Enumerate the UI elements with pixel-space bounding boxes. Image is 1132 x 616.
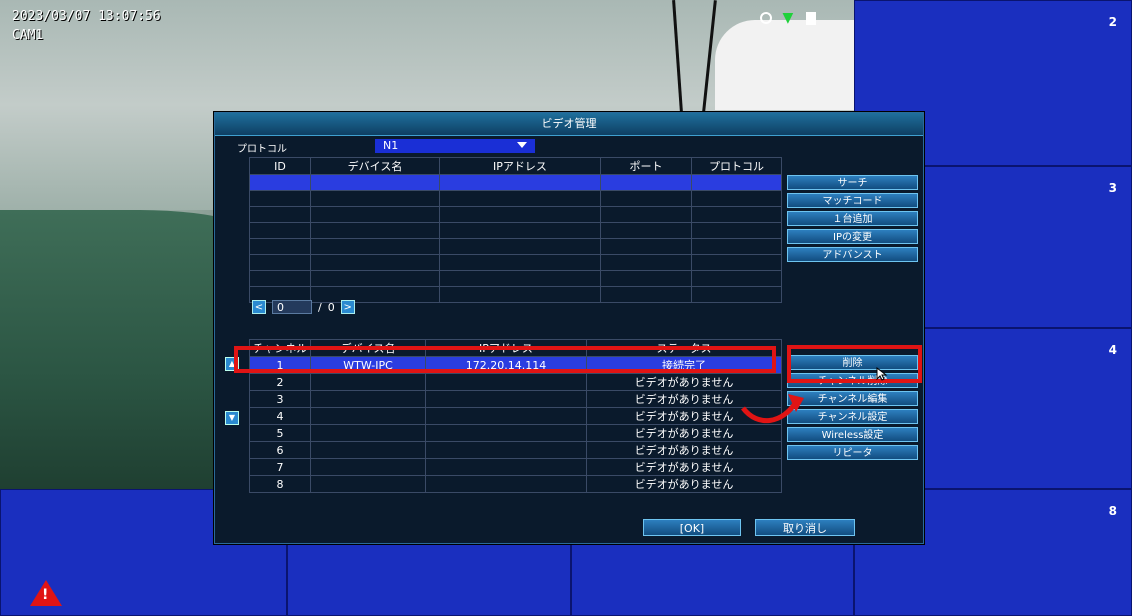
table-row[interactable] xyxy=(249,174,782,191)
protocol-value: N1 xyxy=(383,139,399,152)
dialog-title: ビデオ管理 xyxy=(215,113,923,136)
table-row[interactable]: 4 ビデオがありません xyxy=(249,407,782,425)
column-header: IPアドレス xyxy=(439,157,601,175)
protocol-select[interactable]: N1 xyxy=(375,139,535,153)
ip-address xyxy=(425,373,587,391)
channel-status: ビデオがありません xyxy=(586,441,782,459)
annotation-arrow-icon xyxy=(741,394,804,424)
channel-status: ビデオがありません xyxy=(586,458,782,476)
arrow-down-icon[interactable]: ▼ xyxy=(225,411,239,425)
table-row[interactable] xyxy=(249,238,782,255)
ip-address xyxy=(425,441,587,459)
channel-number: 3 xyxy=(249,390,311,408)
column-header: ID xyxy=(249,157,311,175)
column-header: デバイス名 xyxy=(310,157,440,175)
device-name xyxy=(310,475,426,493)
table-row[interactable] xyxy=(249,254,782,271)
ip-address xyxy=(425,458,587,476)
table-row[interactable]: 6 ビデオがありません xyxy=(249,441,782,459)
pager: < 0 / 0 > xyxy=(252,300,355,314)
device-name xyxy=(310,424,426,442)
device-name xyxy=(310,373,426,391)
ok-button[interactable]: [OK] xyxy=(643,519,741,536)
page-separator: / xyxy=(318,300,322,314)
osd-camera-label: CAM1 xyxy=(12,28,44,43)
search-actions: サーチ マッチコード １台追加 IPの変更 アドバンスト xyxy=(787,175,918,262)
channel-number: 6 xyxy=(249,441,311,459)
device-name xyxy=(310,458,426,476)
cursor-icon xyxy=(876,367,888,381)
channel-number: 7 xyxy=(249,458,311,476)
ip-address xyxy=(425,424,587,442)
change-ip-button[interactable]: IPの変更 xyxy=(787,229,918,244)
device-name xyxy=(310,390,426,408)
clock-icon xyxy=(760,12,772,24)
cell-number: 4 xyxy=(1108,343,1117,357)
wireless-settings-button[interactable]: Wireless設定 xyxy=(787,427,918,442)
channel-number: 4 xyxy=(249,407,311,425)
table-row[interactable]: 2 ビデオがありません xyxy=(249,373,782,391)
table-row[interactable] xyxy=(249,270,782,287)
ip-address xyxy=(425,390,587,408)
advanced-button[interactable]: アドバンスト xyxy=(787,247,918,262)
osd-datetime: 2023/03/07 13:07:56 xyxy=(12,9,161,24)
record-icon xyxy=(805,11,816,25)
protocol-label: プロトコル xyxy=(237,144,287,155)
table-row[interactable]: 8 ビデオがありません xyxy=(249,475,782,493)
device-name xyxy=(310,441,426,459)
prev-page-button[interactable]: < xyxy=(252,300,266,314)
warning-icon[interactable]: ! xyxy=(30,580,62,606)
channel-number: 8 xyxy=(249,475,311,493)
search-button[interactable]: サーチ xyxy=(787,175,918,190)
column-header: プロトコル xyxy=(691,157,782,175)
channel-number: 5 xyxy=(249,424,311,442)
add-one-button[interactable]: １台追加 xyxy=(787,211,918,226)
match-code-button[interactable]: マッチコード xyxy=(787,193,918,208)
channel-number: 2 xyxy=(249,373,311,391)
table-row[interactable]: 5 ビデオがありません xyxy=(249,424,782,442)
page-current: 0 xyxy=(272,300,312,314)
table-row[interactable]: 3 ビデオがありません xyxy=(249,390,782,408)
video-management-dialog: ビデオ管理 プロトコル N1 ID デバイス名 IPアドレス ポート プロトコル… xyxy=(214,112,924,544)
camera-image-box xyxy=(715,20,854,110)
status-icons: ▼ xyxy=(760,10,816,26)
device-name xyxy=(310,407,426,425)
page-total: 0 xyxy=(327,300,335,314)
channel-status: ビデオがありません xyxy=(586,475,782,493)
highlight-box-channel-row xyxy=(234,346,776,373)
cell-number: 3 xyxy=(1108,181,1117,195)
table-row[interactable] xyxy=(249,206,782,223)
table-row[interactable] xyxy=(249,190,782,207)
wifi-icon: ▼ xyxy=(782,10,794,26)
cancel-button[interactable]: 取り消し xyxy=(755,519,855,536)
next-page-button[interactable]: > xyxy=(340,300,355,314)
chevron-down-icon xyxy=(517,142,527,148)
cell-number: 2 xyxy=(1108,15,1117,29)
device-search-table: ID デバイス名 IPアドレス ポート プロトコル xyxy=(249,157,782,303)
highlight-box-delete-button xyxy=(787,345,922,383)
table-row[interactable]: 7 ビデオがありません xyxy=(249,458,782,476)
column-header: ポート xyxy=(600,157,692,175)
repeater-button[interactable]: リピータ xyxy=(787,445,918,460)
ip-address xyxy=(425,475,587,493)
ip-address xyxy=(425,407,587,425)
cell-number: 8 xyxy=(1108,504,1117,518)
table-row[interactable] xyxy=(249,222,782,239)
